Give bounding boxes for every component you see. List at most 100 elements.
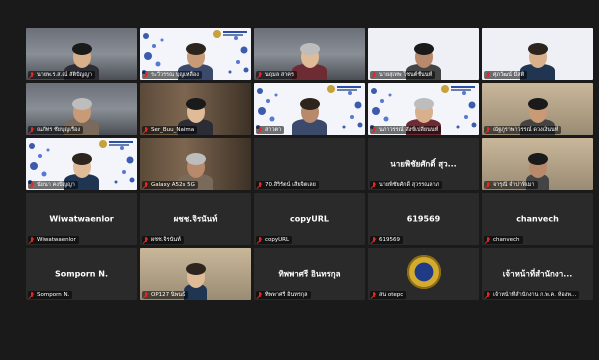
- muted-mic-icon: [485, 181, 491, 189]
- participant-name-text: นภาวรรณ์ สังข์เปลี่ยนนท์: [379, 127, 439, 133]
- participant-tile[interactable]: ณภัทร ชัยบุญเรือง: [26, 83, 137, 135]
- muted-mic-icon: [485, 71, 491, 79]
- participant-tile[interactable]: chanvech chanvech: [482, 193, 593, 245]
- participant-tile[interactable]: ระวีวรรณ บุญเหลือง: [140, 28, 251, 80]
- participant-name-label: chanvech: [484, 236, 523, 244]
- participant-tile[interactable]: นายพิชัยศักดิ์ สุว... นายพิชัยศักดิ์ สุวร…: [368, 138, 479, 190]
- organization-logo-icon: [441, 85, 475, 93]
- participant-name-text: ณัฐภูราพาวรรณ์ ดวงเงินนท์: [493, 127, 559, 133]
- muted-mic-icon: [257, 181, 263, 189]
- participant-tile[interactable]: นายพ.ร.ส.ณ์ สัติปัญญา: [26, 28, 137, 80]
- participant-name-text: ศุภวัฒน์ มีสติ: [493, 72, 525, 78]
- participant-tile[interactable]: ผชช.จิรนันท์ ผชช.จิรนันท์: [140, 193, 251, 245]
- participant-name-label: ทิพพาศรี อินทรกุล: [256, 291, 311, 299]
- participant-name-label: นัยนา คงปัญญา: [28, 181, 78, 189]
- participant-display-name: copyURL: [290, 214, 329, 224]
- participant-name-label: Somporn N.: [28, 291, 73, 299]
- participant-display-name: 619569: [406, 214, 441, 224]
- participant-name-text: chanvech: [493, 237, 520, 243]
- muted-mic-icon: [257, 126, 263, 134]
- muted-mic-icon: [143, 71, 149, 79]
- participant-name-text: นายพ.ร.ส.ณ์ สัติปัญญา: [37, 72, 92, 78]
- muted-mic-icon: [257, 71, 263, 79]
- muted-mic-icon: [371, 71, 377, 79]
- participant-tile[interactable]: copyURL copyURL: [254, 193, 365, 245]
- participant-display-name: Somporn N.: [55, 269, 108, 279]
- muted-mic-icon: [371, 181, 377, 189]
- participant-video-figure: [288, 95, 332, 135]
- muted-mic-icon: [143, 236, 149, 244]
- participant-tile[interactable]: สน otepc: [368, 248, 479, 300]
- participant-display-name: chanvech: [516, 214, 559, 224]
- muted-mic-icon: [143, 181, 149, 189]
- muted-mic-icon: [29, 181, 35, 189]
- participant-name-text: สาวตา: [265, 127, 282, 133]
- participant-name-label: นภาวรรณ์ สังข์เปลี่ยนนท์: [370, 126, 442, 134]
- participant-name-label: นฤมล สาคร: [256, 71, 297, 79]
- participant-tile[interactable]: Ser_Buu_Naima: [140, 83, 251, 135]
- organization-logo-icon: [99, 140, 133, 148]
- participant-display-name: ทิพพาศรี อินทรกุล: [278, 269, 341, 279]
- participant-name-label: นายสุเทพ โชนต์ชั้นนท์: [370, 71, 436, 79]
- participant-name-text: เจ้าหน้าที่สำนักงาน ก.พ.ค. ห้องพ...: [493, 292, 577, 298]
- participant-name-label: ระวีวรรณ บุญเหลือง: [142, 71, 202, 79]
- participant-name-label: จารุณี จำปาฟิเมา: [484, 181, 538, 189]
- participant-tile[interactable]: นฤมล สาคร: [254, 28, 365, 80]
- participant-tile[interactable]: Galaxy A52s 5G: [140, 138, 251, 190]
- participant-name-text: copyURL: [265, 237, 290, 243]
- participant-tile[interactable]: นัยนา คงปัญญา: [26, 138, 137, 190]
- participant-name-text: OP127 นิพนธ์: [151, 292, 186, 298]
- organization-logo-icon: [327, 85, 361, 93]
- participant-tile[interactable]: นภาวรรณ์ สังข์เปลี่ยนนท์: [368, 83, 479, 135]
- participant-name-text: Galaxy A52s 5G: [151, 182, 195, 188]
- participant-name-text: ระวีวรรณ บุญเหลือง: [151, 72, 199, 78]
- participant-tile[interactable]: Wiwatwaenlor Wiwatwaenlor: [26, 193, 137, 245]
- participant-name-label: นายพ.ร.ส.ณ์ สัติปัญญา: [28, 71, 95, 79]
- muted-mic-icon: [143, 291, 149, 299]
- participant-tile[interactable]: ทิพพาศรี อินทรกุล ทิพพาศรี อินทรกุล: [254, 248, 365, 300]
- participant-name-label: ศุภวัฒน์ มีสติ: [484, 71, 528, 79]
- participant-name-label: Galaxy A52s 5G: [142, 181, 198, 189]
- participant-tile[interactable]: นายสุเทพ โชนต์ชั้นนท์: [368, 28, 479, 80]
- participant-gallery: นายพ.ร.ส.ณ์ สัติปัญญา ระวีวรรณ บุญเหลืองน…: [26, 28, 594, 356]
- participant-name-text: ณภัทร ชัยบุญเรือง: [37, 127, 81, 133]
- muted-mic-icon: [371, 236, 377, 244]
- participant-name-label: OP127 นิพนธ์: [142, 291, 189, 299]
- muted-mic-icon: [143, 126, 149, 134]
- participant-name-label: นายพิชัยศักดิ์ สุวรรณลาภ: [370, 181, 443, 189]
- participant-name-label: copyURL: [256, 236, 293, 244]
- participant-name-text: นัยนา คงปัญญา: [37, 182, 75, 188]
- participant-name-label: เจ้าหน้าที่สำนักงาน ก.พ.ค. ห้องพ...: [484, 291, 580, 299]
- participant-tile[interactable]: ณัฐภูราพาวรรณ์ ดวงเงินนท์: [482, 83, 593, 135]
- muted-mic-icon: [485, 236, 491, 244]
- participant-name-label: 70.สิริรัตน์ เสียจิตเลย: [256, 181, 319, 189]
- participant-name-text: Wiwatwaenlor: [37, 237, 76, 243]
- participant-tile[interactable]: ศุภวัฒน์ มีสติ: [482, 28, 593, 80]
- participant-name-text: นายสุเทพ โชนต์ชั้นนท์: [379, 72, 433, 78]
- muted-mic-icon: [485, 291, 491, 299]
- participant-tile[interactable]: เจ้าหน้าที่สำนักงา... เจ้าหน้าที่สำนักงาน…: [482, 248, 593, 300]
- participant-name-label: Ser_Buu_Naima: [142, 126, 198, 134]
- muted-mic-icon: [29, 236, 35, 244]
- participant-tile[interactable]: สาวตา: [254, 83, 365, 135]
- participant-name-text: นฤมล สาคร: [265, 72, 294, 78]
- participant-name-text: Somporn N.: [37, 292, 70, 298]
- participant-tile[interactable]: OP127 นิพนธ์: [140, 248, 251, 300]
- participant-tile[interactable]: 70.สิริรัตน์ เสียจิตเลย: [254, 138, 365, 190]
- muted-mic-icon: [257, 291, 263, 299]
- participant-name-text: Ser_Buu_Naima: [151, 127, 195, 133]
- participant-name-label: Wiwatwaenlor: [28, 236, 79, 244]
- participant-name-label: สาวตา: [256, 126, 285, 134]
- participant-name-text: นายพิชัยศักดิ์ สุวรรณลาภ: [379, 182, 440, 188]
- participant-name-label: สน otepc: [370, 291, 407, 299]
- participant-display-name: Wiwatwaenlor: [49, 214, 114, 224]
- participant-name-text: จารุณี จำปาฟิเมา: [493, 182, 535, 188]
- participant-name-text: 70.สิริรัตน์ เสียจิตเลย: [265, 182, 316, 188]
- muted-mic-icon: [29, 126, 35, 134]
- participant-tile[interactable]: Somporn N. Somporn N.: [26, 248, 137, 300]
- muted-mic-icon: [371, 126, 377, 134]
- muted-mic-icon: [371, 291, 377, 299]
- participant-tile[interactable]: จารุณี จำปาฟิเมา: [482, 138, 593, 190]
- participant-name-label: ณัฐภูราพาวรรณ์ ดวงเงินนท์: [484, 126, 562, 134]
- participant-tile[interactable]: 619569 619569: [368, 193, 479, 245]
